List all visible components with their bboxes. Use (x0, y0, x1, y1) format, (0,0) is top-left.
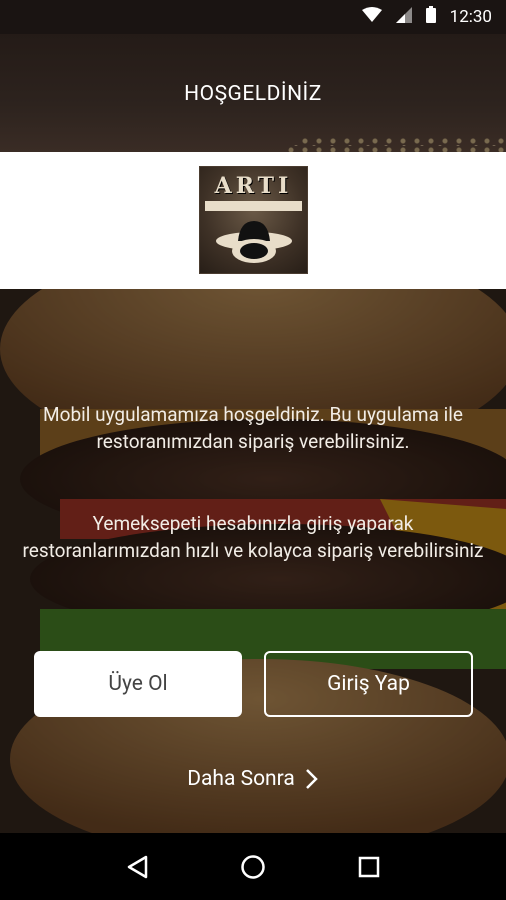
status-bar: 12:30 (0, 0, 506, 34)
register-button[interactable]: Üye Ol (34, 651, 242, 717)
back-icon[interactable] (126, 855, 148, 879)
recents-icon[interactable] (358, 856, 380, 878)
later-label: Daha Sonra (187, 767, 295, 791)
page-title: HOŞGELDİNİZ (184, 82, 322, 106)
header: HOŞGELDİNİZ (0, 34, 506, 152)
logo-banner (205, 201, 302, 211)
wifi-icon (361, 6, 382, 28)
hat-icon (215, 221, 292, 263)
later-link[interactable]: Daha Sonra (0, 767, 506, 791)
hero-section: Mobil uygulamamıza hoşgeldiniz. Bu uygul… (0, 289, 506, 833)
battery-icon (425, 6, 436, 28)
chevron-right-icon (305, 769, 318, 789)
home-icon[interactable] (240, 854, 266, 880)
navigation-bar (0, 833, 506, 900)
signal-icon (395, 6, 412, 28)
login-button[interactable]: Giriş Yap (264, 651, 473, 717)
decorative-bun-image (286, 136, 506, 152)
login-hint-message: Yemeksepeti hesabınızla giriş yaparak re… (22, 512, 484, 562)
status-time: 12:30 (449, 7, 492, 27)
logo-bar: ARTI (0, 152, 506, 289)
restaurant-logo: ARTI (199, 166, 308, 274)
welcome-message: Mobil uygulamamıza hoşgeldiniz. Bu uygul… (43, 403, 463, 453)
logo-text: ARTI (214, 173, 293, 199)
